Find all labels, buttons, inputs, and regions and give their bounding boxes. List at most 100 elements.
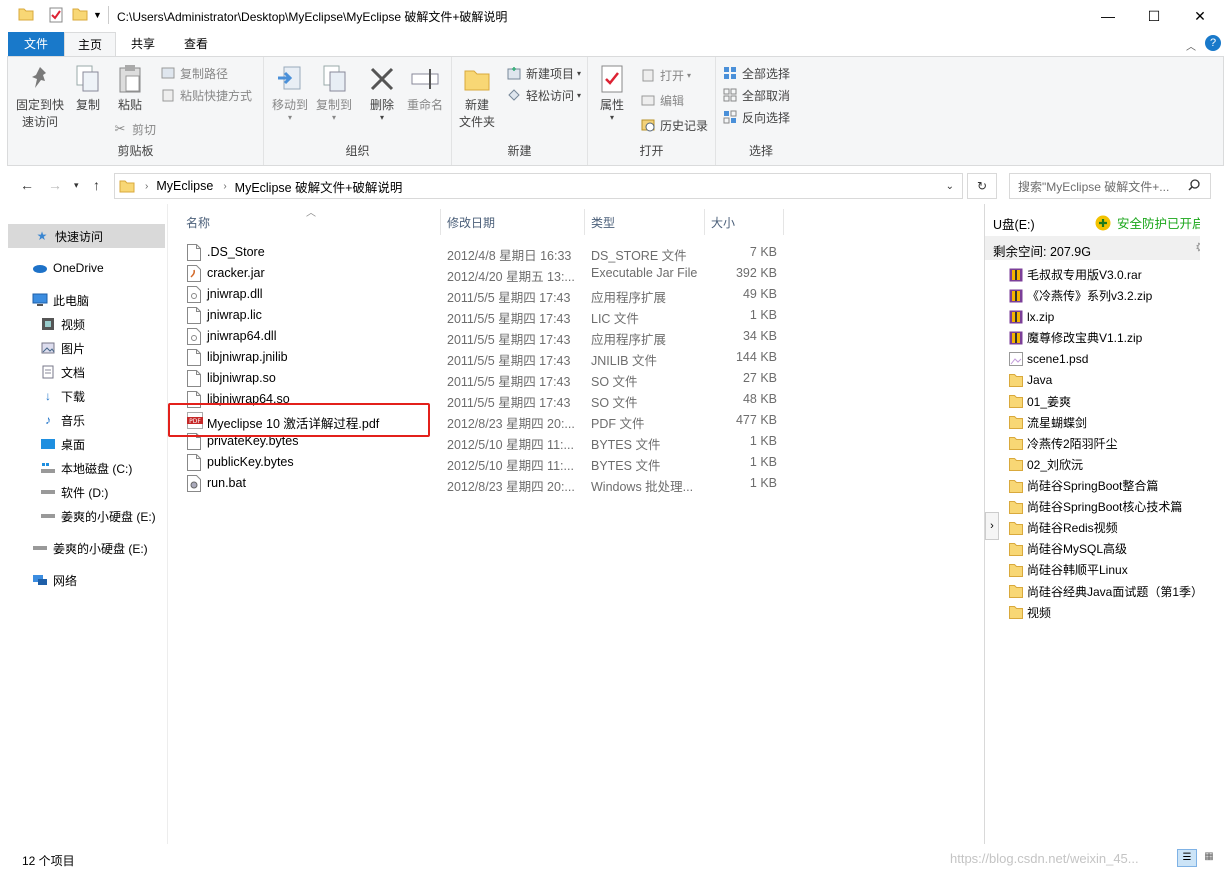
cut-button[interactable]: ✂ 剪切	[112, 119, 156, 139]
usb-list-item[interactable]: 尚硅谷MySQL高级	[1009, 538, 1127, 559]
nav-this-pc[interactable]: 此电脑	[8, 288, 165, 312]
usb-pane-expand-button[interactable]: ›	[985, 512, 999, 540]
select-all-button[interactable]: 全部选择	[722, 63, 790, 83]
file-row[interactable]: publicKey.bytes 2012/5/10 星期四 11:... BYTES…	[178, 452, 788, 473]
column-header-type[interactable]: 类型	[591, 214, 615, 231]
nav-music[interactable]: ♪ 音乐	[8, 408, 165, 432]
easy-access-button[interactable]: 轻松访问 ▾	[506, 85, 581, 105]
move-to-button[interactable]: 移动到 ▾	[268, 63, 312, 122]
breadcrumb-separator[interactable]: ›	[145, 181, 148, 192]
usb-list-item[interactable]: 魔尊修改宝典V1.1.zip	[1009, 327, 1142, 348]
select-none-button[interactable]: 全部取消	[722, 85, 790, 105]
file-row[interactable]: libjniwrap.jnilib 2011/5/5 星期四 17:43 JNILI…	[178, 347, 788, 368]
column-header-name[interactable]: 名称	[186, 214, 210, 231]
rename-button[interactable]: 重命名	[402, 63, 448, 114]
column-divider[interactable]	[440, 209, 441, 235]
usb-list-item[interactable]: 尚硅谷经典Java面试题（第1季）	[1009, 581, 1203, 602]
properties-icon[interactable]	[48, 7, 64, 23]
minimize-button[interactable]: —	[1085, 0, 1131, 32]
usb-list-item[interactable]: 01_姜爽	[1009, 391, 1071, 412]
tab-file[interactable]: 文件	[8, 32, 64, 56]
new-folder-button[interactable]: 新建 文件夹	[454, 63, 500, 131]
address-bar[interactable]: › MyEclipse › MyEclipse 破解文件+破解说明 ⌄	[114, 173, 963, 199]
file-row[interactable]: run.bat 2012/8/23 星期四 20:... Windows 批处理..…	[178, 473, 788, 494]
nav-downloads[interactable]: ↓ 下载	[8, 384, 165, 408]
file-row[interactable]: jniwrap.lic 2011/5/5 星期四 17:43 LIC 文件 1 KB	[178, 305, 788, 326]
usb-list-item[interactable]: Java	[1009, 370, 1052, 391]
file-row[interactable]: jniwrap64.dll 2011/5/5 星期四 17:43 应用程序扩展 34 …	[178, 326, 788, 347]
nav-network[interactable]: 网络	[8, 568, 165, 592]
copy-to-button[interactable]: 复制到 ▾	[312, 63, 356, 122]
ribbon-collapse-icon[interactable]: ︿	[1186, 38, 1196, 53]
paste-shortcut-button[interactable]: 粘贴快捷方式	[160, 85, 252, 105]
column-divider[interactable]	[584, 209, 585, 235]
nav-onedrive[interactable]: OneDrive	[8, 256, 165, 280]
usb-list-item[interactable]: 尚硅谷SpringBoot整合篇	[1009, 475, 1158, 496]
nav-documents[interactable]: 文档	[8, 360, 165, 384]
file-row[interactable]: .DS_Store 2012/4/8 星期日 16:33 DS_STORE 文件 7 …	[178, 242, 788, 263]
nav-software-d[interactable]: 软件 (D:)	[8, 480, 165, 504]
usb-list-item[interactable]: 尚硅谷Redis视频	[1009, 517, 1118, 538]
tab-share[interactable]: 共享	[118, 32, 168, 56]
nav-usb-e-root[interactable]: 姜爽的小硬盘 (E:)	[8, 536, 165, 560]
usb-safe-status[interactable]: 安全防护已开启	[1095, 213, 1205, 232]
invert-selection-button[interactable]: 反向选择	[722, 107, 790, 127]
paste-button[interactable]: 粘贴	[110, 63, 150, 114]
new-folder-icon[interactable]	[72, 7, 88, 21]
breadcrumb-myeclipse[interactable]: MyEclipse	[156, 179, 213, 193]
nav-desktop[interactable]: 桌面	[8, 432, 165, 456]
tab-home[interactable]: 主页	[64, 32, 116, 56]
usb-item-label: 视频	[1027, 605, 1052, 620]
maximize-button[interactable]: ☐	[1131, 0, 1177, 32]
breadcrumb-current[interactable]: MyEclipse 破解文件+破解说明	[235, 177, 403, 196]
close-button[interactable]: ✕	[1177, 0, 1223, 32]
nav-local-disk-c[interactable]: 本地磁盘 (C:)	[8, 456, 165, 480]
file-row[interactable]: cracker.jar 2012/4/20 星期五 13:... Executabl…	[178, 263, 788, 284]
history-button[interactable]: 历史记录	[640, 115, 708, 135]
usb-list-item[interactable]: 尚硅谷韩顺平Linux	[1009, 559, 1128, 580]
details-view-button[interactable]: ☰	[1177, 849, 1197, 867]
forward-button[interactable]: →	[48, 177, 62, 193]
usb-list-item[interactable]: lx.zip	[1009, 306, 1054, 327]
usb-list-item[interactable]: 视频	[1009, 602, 1051, 623]
pin-quick-access-button[interactable]: 固定到快 速访问	[14, 63, 66, 131]
help-icon[interactable]: ?	[1205, 35, 1221, 51]
tab-view[interactable]: 查看	[170, 32, 222, 56]
address-dropdown-icon[interactable]: ⌄	[946, 181, 954, 192]
recent-locations-icon[interactable]: ▾	[74, 180, 79, 191]
folder-icon[interactable]	[18, 7, 34, 21]
edit-button[interactable]: 编辑	[640, 90, 684, 110]
nav-usb-e[interactable]: 姜爽的小硬盘 (E:)	[8, 504, 165, 528]
nav-videos[interactable]: 视频	[8, 312, 165, 336]
vertical-scrollbar[interactable]	[1200, 204, 1216, 844]
file-row[interactable]: libjniwrap.so 2011/5/5 星期四 17:43 SO 文件 27 K…	[178, 368, 788, 389]
large-icons-view-button[interactable]: ▦	[1199, 849, 1219, 867]
up-button[interactable]: ↑	[93, 177, 100, 193]
usb-list-item[interactable]: 尚硅谷SpringBoot核心技术篇	[1009, 496, 1182, 517]
column-divider[interactable]	[704, 209, 705, 235]
nav-quick-access[interactable]: ★ 快速访问	[8, 224, 165, 248]
column-divider[interactable]	[783, 209, 784, 235]
nav-pictures[interactable]: 图片	[8, 336, 165, 360]
properties-button[interactable]: 属性 ▾	[592, 63, 632, 122]
qat-dropdown-icon[interactable]: ▼	[93, 10, 102, 20]
usb-list-item[interactable]: scene1.psd	[1009, 348, 1088, 369]
delete-button[interactable]: 删除 ▾	[362, 63, 402, 122]
breadcrumb-separator[interactable]: ›	[223, 181, 226, 192]
usb-list-item[interactable]: 《冷燕传》系列v3.2.zip	[1009, 285, 1152, 306]
file-row[interactable]: jniwrap.dll 2011/5/5 星期四 17:43 应用程序扩展 49 KB	[178, 284, 788, 305]
usb-list-item[interactable]: 毛叔叔专用版V3.0.rar	[1009, 264, 1142, 285]
column-header-date[interactable]: 修改日期	[447, 214, 495, 231]
folder-icon	[1009, 584, 1023, 598]
column-header-size[interactable]: 大小	[711, 214, 735, 231]
search-input[interactable]: 搜索"MyEclipse 破解文件+...	[1009, 173, 1211, 199]
back-button[interactable]: ←	[20, 177, 34, 193]
copy-path-button[interactable]: 复制路径	[160, 63, 228, 83]
copy-button[interactable]: 复制	[68, 63, 108, 114]
new-item-button[interactable]: 新建项目 ▾	[506, 63, 581, 83]
usb-list-item[interactable]: 02_刘欣沅	[1009, 454, 1083, 475]
usb-list-item[interactable]: 流星蝴蝶剑	[1009, 412, 1087, 433]
open-button[interactable]: 打开 ▾	[640, 65, 691, 85]
usb-list-item[interactable]: 冷燕传2陌羽阡尘	[1009, 433, 1118, 454]
refresh-button[interactable]: ↻	[967, 173, 997, 199]
